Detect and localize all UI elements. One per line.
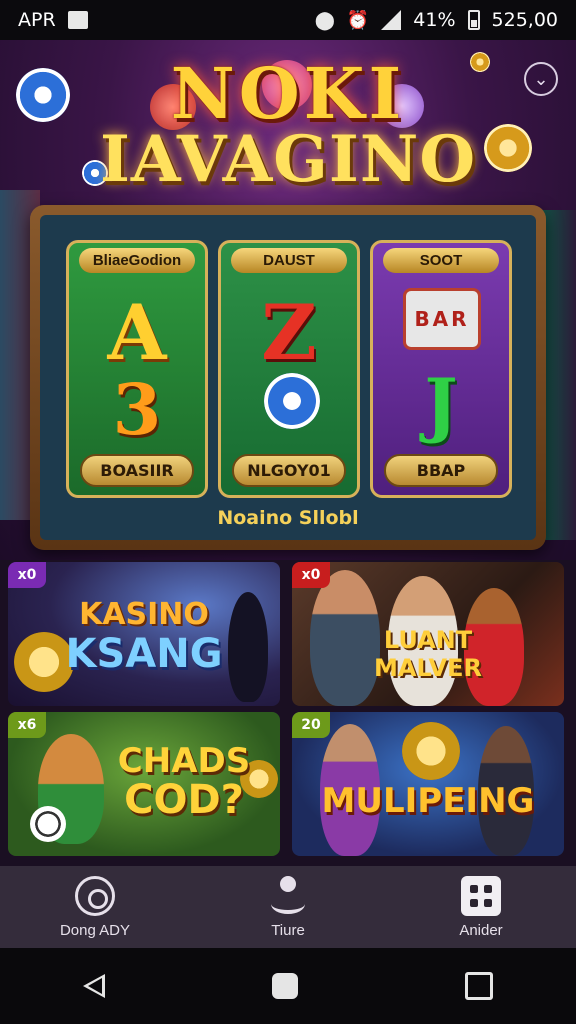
status-time: 525,00 [491,9,558,31]
reel-button[interactable]: NLGOY01 [232,454,346,487]
game-tiles-grid: x0 KASINO KSANG x0 LUANT MALVER x6 CHADS… [8,562,568,862]
reel-button[interactable]: BBAP [384,454,498,487]
tile-title: KSANG [65,631,223,677]
bottom-navigation: Dong ADY Tiure Anider [0,866,576,948]
tile-badge: x0 [8,562,46,588]
home-circle-icon [75,875,115,916]
tile-badge: 20 [292,712,330,738]
mini-slot-icon: BAR [403,288,481,350]
nav-label: Anider [459,921,503,939]
slot-machine-frame: BliaeGodion A 3 BOASIIR DAUST Z NLGOY01 … [30,205,546,550]
reel-label: BliaeGodion [79,248,195,273]
game-tile[interactable]: x6 CHADS COD? [8,712,280,856]
tile-title: MALVER [374,654,482,682]
recent-apps-icon[interactable] [464,972,493,1000]
reel-3[interactable]: SOOT BAR J BBAP [370,240,512,498]
slot-caption: Noaino Sllobl [217,507,359,529]
nav-label: Dong ADY [59,921,131,939]
tile-badge: x0 [292,562,330,588]
nav-item-home[interactable]: Dong ADY [40,875,150,939]
reel-symbol: J [424,363,458,446]
tile-badge: x6 [8,712,46,738]
dollar-coin-icon [402,722,460,780]
nav-item-anider[interactable]: Anider [426,875,536,939]
nav-label: Tiure [271,921,305,939]
reel-label: SOOT [383,248,499,273]
battery-percent: 41% [413,9,456,31]
game-tile[interactable]: x0 LUANT MALVER [292,562,564,706]
person-icon [267,875,309,916]
home-icon[interactable] [271,973,298,999]
hero-banner: ⌄ NOKI IAVAGINO BliaeGodion A 3 BOASIIR … [0,40,576,560]
tile-title: CHADS [117,741,251,781]
status-right: ⬤ ⏰ 41% 525,00 [315,9,558,31]
logo-title-bottom: IAVAGINO [99,122,477,197]
status-bar: APR ⬤ ⏰ 41% 525,00 [0,0,576,40]
game-tile[interactable]: x0 KASINO KSANG [8,562,280,706]
status-left: APR [18,9,88,31]
back-icon[interactable] [83,974,106,998]
status-date-text: APR [18,9,56,31]
reel-1[interactable]: BliaeGodion A 3 BOASIIR [66,240,208,498]
notification-icon [67,11,88,29]
slot-machine-panel: BliaeGodion A 3 BOASIIR DAUST Z NLGOY01 … [40,215,536,540]
tile-title: COD? [124,777,244,823]
tile-title: LUANT [383,626,473,654]
poker-chip-icon [264,373,320,429]
signal-icon [381,10,402,30]
battery-icon [467,10,480,30]
reel-button[interactable]: BOASIIR [80,454,194,487]
reel-symbol: Z [261,288,317,377]
location-icon: ⬤ [314,9,335,31]
nav-item-tiure[interactable]: Tiure [233,875,343,939]
reel-2[interactable]: DAUST Z NLGOY01 [218,240,360,498]
reel-label: DAUST [231,248,347,273]
tile-title: KASINO [79,597,209,632]
reel-symbol: A [107,288,167,377]
alarm-icon: ⏰ [346,9,370,31]
game-tile[interactable]: 20 MULIPEING [292,712,564,856]
system-navigation-bar [0,948,576,1024]
grid-icon [461,875,501,916]
tile-title: MULIPEING [321,781,535,821]
reel-symbol: 3 [112,368,162,451]
